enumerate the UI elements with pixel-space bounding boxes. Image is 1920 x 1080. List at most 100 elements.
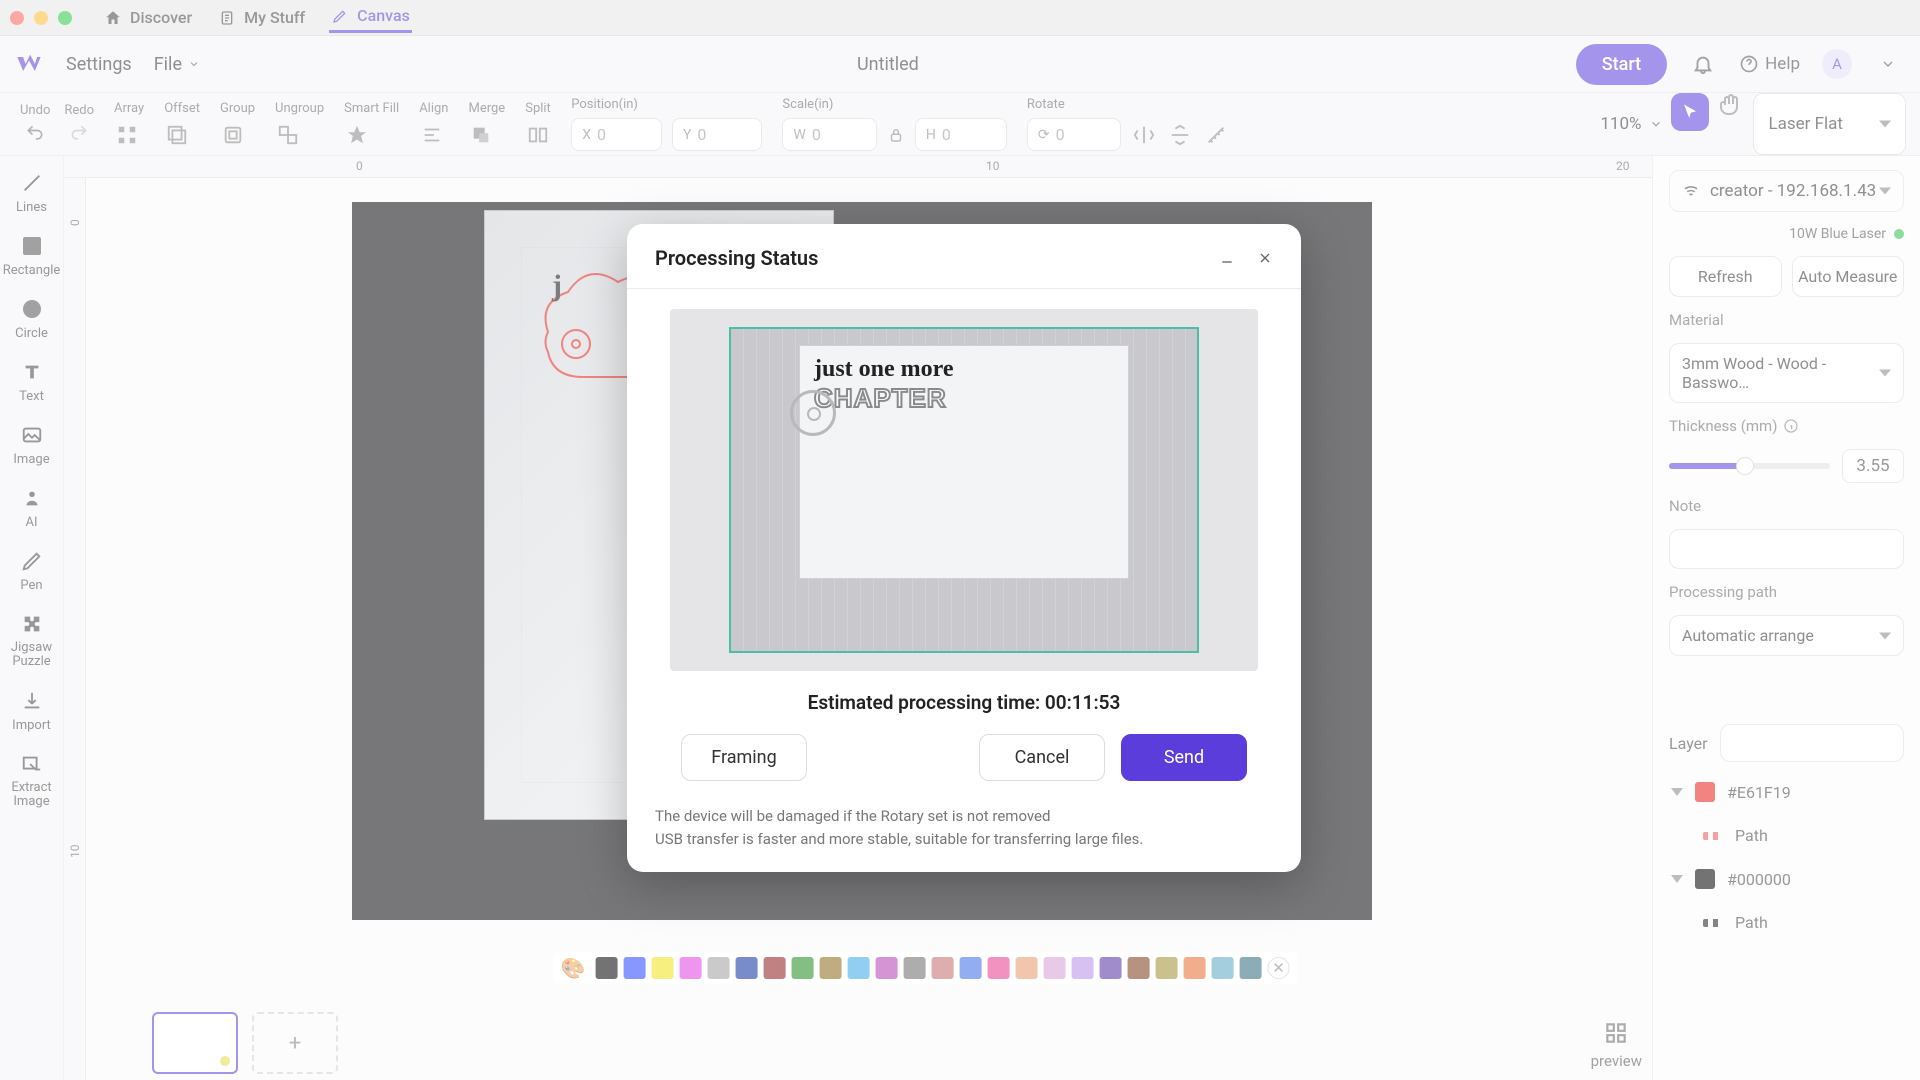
color-swatch[interactable] [735, 957, 757, 979]
header-chevron-icon[interactable] [1874, 50, 1902, 78]
color-swatch[interactable] [1211, 957, 1233, 979]
color-swatch[interactable] [987, 957, 1009, 979]
color-swatch[interactable] [1099, 957, 1121, 979]
color-swatch[interactable] [1183, 957, 1205, 979]
hand-mode-button[interactable] [1717, 93, 1745, 121]
scale-h-input[interactable] [942, 125, 996, 144]
bell-icon[interactable] [1689, 50, 1717, 78]
tool-extract[interactable]: Extract Image [0, 743, 63, 818]
tool-import[interactable]: Import [0, 680, 63, 741]
palette-clear-button[interactable]: ✕ [1267, 957, 1289, 979]
window-maximize-icon[interactable] [58, 11, 72, 25]
device-select[interactable]: creator - 192.168.1.43 [1669, 170, 1904, 212]
color-swatch[interactable] [875, 957, 897, 979]
tool-lines[interactable]: Lines [0, 162, 63, 223]
merge-button[interactable] [468, 122, 494, 148]
split-button[interactable] [525, 122, 551, 148]
offset-button[interactable] [164, 122, 190, 148]
color-swatch[interactable] [1127, 957, 1149, 979]
color-swatch[interactable] [595, 957, 617, 979]
color-swatch[interactable] [791, 957, 813, 979]
info-icon[interactable] [1783, 418, 1799, 434]
pos-y-field[interactable]: Y [672, 118, 762, 151]
scale-h-field[interactable]: H [915, 118, 1007, 151]
color-swatch[interactable] [763, 957, 785, 979]
smartfill-button[interactable] [344, 122, 370, 148]
align-button[interactable] [419, 122, 445, 148]
tool-image[interactable]: Image [0, 414, 63, 475]
scale-w-input[interactable] [812, 125, 866, 144]
layer-black-path[interactable]: Path [1669, 909, 1904, 936]
color-swatch[interactable] [1015, 957, 1037, 979]
layer-row-red[interactable]: #E61F19 [1669, 776, 1904, 808]
color-swatch[interactable] [903, 957, 925, 979]
chevron-down-icon[interactable] [1671, 788, 1683, 796]
tool-ai[interactable]: AI [0, 477, 63, 538]
pos-y-input[interactable] [697, 125, 751, 144]
color-swatch[interactable] [1071, 957, 1093, 979]
add-page-button[interactable]: + [252, 1012, 338, 1074]
dialog-close-button[interactable] [1257, 250, 1273, 266]
slider-knob[interactable] [1736, 457, 1754, 475]
send-button[interactable]: Send [1121, 734, 1247, 781]
ruler-toggle-button[interactable] [1203, 122, 1229, 148]
chevron-down-icon[interactable] [1671, 875, 1683, 883]
start-button[interactable]: Start [1576, 44, 1667, 85]
undo-button[interactable] [22, 120, 48, 146]
color-swatch[interactable] [1155, 957, 1177, 979]
rotate-field[interactable]: ⟳ [1027, 118, 1121, 151]
pos-x-input[interactable] [597, 125, 651, 144]
color-swatch[interactable] [623, 957, 645, 979]
color-swatch[interactable] [679, 957, 701, 979]
color-swatch[interactable] [819, 957, 841, 979]
menu-settings[interactable]: Settings [66, 54, 132, 75]
note-input[interactable] [1669, 529, 1904, 569]
color-swatch[interactable] [1239, 957, 1261, 979]
color-swatch[interactable] [651, 957, 673, 979]
window-minimize-icon[interactable] [34, 11, 48, 25]
rotate-input[interactable] [1056, 125, 1110, 144]
array-button[interactable] [114, 122, 140, 148]
scale-w-field[interactable]: W [782, 118, 876, 151]
laser-mode-select[interactable]: Laser Flat [1753, 93, 1906, 155]
thickness-slider[interactable] [1669, 463, 1830, 469]
help-button[interactable]: Help [1739, 50, 1800, 78]
layer-red-path[interactable]: Path [1669, 822, 1904, 849]
tool-text[interactable]: Text [0, 351, 63, 412]
page-thumb-1[interactable] [152, 1012, 238, 1074]
thickness-value[interactable]: 3.55 [1842, 449, 1904, 483]
layer-filter-select[interactable] [1720, 724, 1904, 762]
group-button[interactable] [220, 122, 246, 148]
zoom-dropdown[interactable]: 110% [1600, 93, 1663, 155]
color-swatch[interactable] [707, 957, 729, 979]
lock-aspect-button[interactable] [887, 126, 905, 144]
processing-path-select[interactable]: Automatic arrange [1669, 615, 1904, 656]
preview-button[interactable]: preview [1591, 1020, 1642, 1070]
framing-button[interactable]: Framing [681, 734, 807, 781]
menu-file[interactable]: File [154, 54, 200, 75]
cancel-button[interactable]: Cancel [979, 734, 1105, 781]
flip-v-button[interactable] [1167, 122, 1193, 148]
color-swatch[interactable] [959, 957, 981, 979]
select-mode-button[interactable] [1671, 93, 1709, 131]
color-swatch[interactable] [847, 957, 869, 979]
tool-pen[interactable]: Pen [0, 540, 63, 601]
color-swatch[interactable] [931, 957, 953, 979]
auto-measure-button[interactable]: Auto Measure [1792, 256, 1905, 297]
layer-row-black[interactable]: #000000 [1669, 863, 1904, 895]
refresh-button[interactable]: Refresh [1669, 256, 1782, 297]
material-select[interactable]: 3mm Wood - Wood - Basswo… [1669, 343, 1904, 403]
flip-h-button[interactable] [1131, 122, 1157, 148]
tab-canvas[interactable]: Canvas [329, 2, 412, 33]
color-swatch[interactable] [1043, 957, 1065, 979]
tool-rectangle[interactable]: Rectangle [0, 225, 63, 286]
tool-jigsaw[interactable]: Jigsaw Puzzle [0, 603, 63, 678]
pos-x-field[interactable]: X [571, 118, 662, 151]
redo-button[interactable] [66, 120, 92, 146]
ungroup-button[interactable] [275, 122, 301, 148]
window-close-icon[interactable] [10, 11, 24, 25]
tab-mystuff[interactable]: My Stuff [216, 4, 307, 31]
tab-discover[interactable]: Discover [102, 4, 194, 31]
user-avatar[interactable]: A [1822, 49, 1852, 79]
dialog-minimize-button[interactable] [1219, 250, 1235, 266]
